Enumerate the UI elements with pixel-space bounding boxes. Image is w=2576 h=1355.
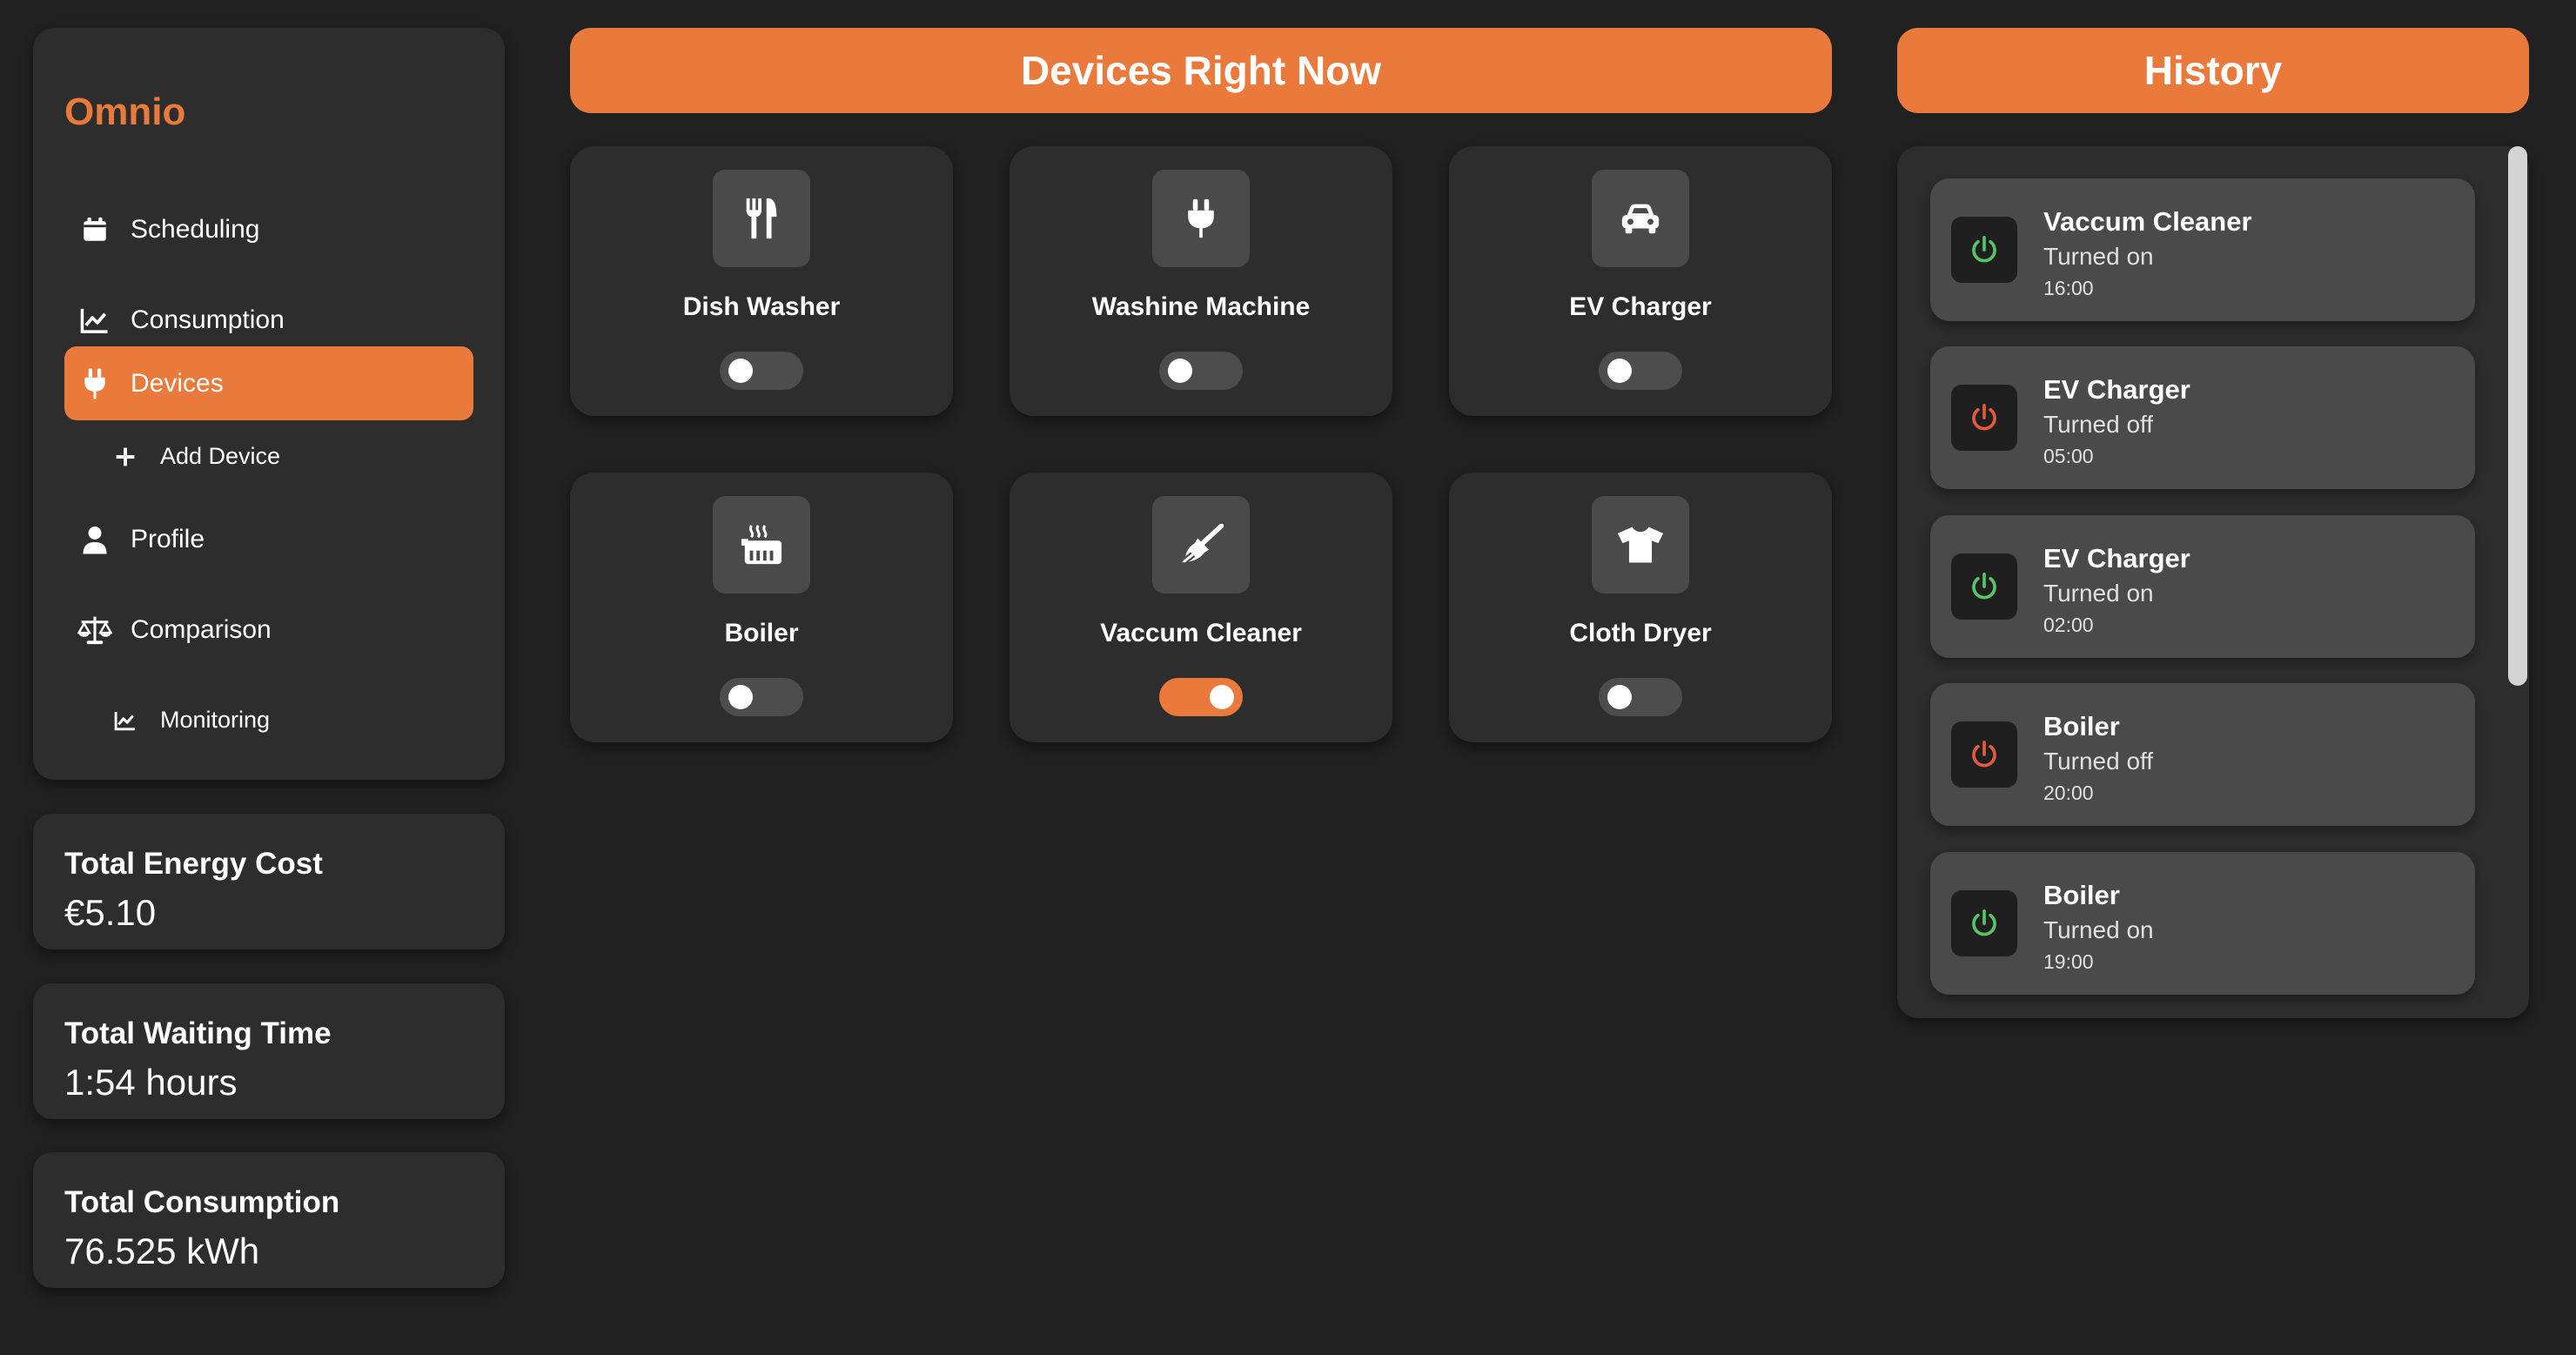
device-name: Washine Machine [1091, 292, 1311, 321]
stat-title: Total Consumption [64, 1185, 340, 1219]
history-scrollbar[interactable] [2508, 146, 2527, 686]
device-toggle[interactable] [720, 678, 803, 716]
car-icon [1592, 170, 1689, 267]
broom-icon [1152, 496, 1250, 594]
power-icon [1951, 553, 2017, 620]
history-item: Boiler Turned on 19:00 [1930, 852, 2475, 995]
stat-title: Total Waiting Time [64, 1016, 332, 1050]
device-card-cloth-dryer: Cloth Dryer [1449, 473, 1832, 742]
history-time: 20:00 [2043, 781, 2094, 804]
sidebar-item-scheduling[interactable]: Scheduling [64, 192, 473, 266]
app-logo: Omnio [64, 91, 186, 133]
history-item: EV Charger Turned on 02:00 [1930, 515, 2475, 658]
history-device-name: Boiler [2043, 711, 2120, 741]
device-card-vacuum-cleaner: Vaccum Cleaner [1010, 473, 1392, 742]
history-time: 16:00 [2043, 277, 2094, 299]
sidebar-item-devices[interactable]: Devices [64, 346, 473, 420]
device-toggle[interactable] [720, 352, 803, 390]
history-status: Turned off [2043, 748, 2154, 775]
toggle-knob [1607, 359, 1632, 383]
sidebar: Omnio Scheduling Consumption Devices Add… [33, 28, 505, 780]
stat-card-consumption: Total Consumption 76.525 kWh [33, 1152, 505, 1288]
scale-balanced-icon [77, 612, 113, 648]
history-status: Turned on [2043, 580, 2154, 607]
plug-icon [1152, 170, 1250, 267]
history-status: Turned on [2043, 916, 2154, 943]
device-toggle[interactable] [1599, 678, 1682, 716]
sidebar-item-add-device[interactable]: Add Device [64, 419, 473, 493]
sidebar-item-profile[interactable]: Profile [64, 502, 473, 576]
app-root: Omnio Scheduling Consumption Devices Add… [0, 0, 2576, 1355]
toggle-knob [728, 359, 753, 383]
chart-line-icon [77, 302, 113, 339]
power-icon [1951, 217, 2017, 283]
toggle-knob [1607, 685, 1632, 709]
sidebar-item-label: Consumption [131, 305, 285, 334]
device-name: Boiler [724, 619, 799, 647]
history-device-name: EV Charger [2043, 543, 2190, 574]
sidebar-item-monitoring[interactable]: Monitoring [64, 683, 473, 757]
history-item: EV Charger Turned off 05:00 [1930, 346, 2475, 489]
calendar-icon [77, 211, 113, 248]
history-header: History [1897, 28, 2529, 113]
device-toggle[interactable] [1159, 678, 1243, 716]
history-time: 19:00 [2043, 950, 2094, 973]
stat-title: Total Energy Cost [64, 847, 323, 881]
sidebar-item-label: Scheduling [131, 214, 260, 244]
boiler-icon [713, 496, 810, 594]
device-toggle[interactable] [1599, 352, 1682, 390]
history-device-name: EV Charger [2043, 374, 2190, 405]
history-status: Turned off [2043, 411, 2154, 438]
stat-value: 1:54 hours [64, 1062, 238, 1103]
sidebar-item-label: Add Device [160, 443, 281, 469]
plug-icon [77, 366, 113, 402]
sidebar-item-label: Comparison [131, 614, 272, 644]
power-icon [1951, 385, 2017, 451]
shirt-icon [1592, 496, 1689, 594]
device-name: Cloth Dryer [1569, 619, 1712, 647]
device-card-ev-charger: EV Charger [1449, 146, 1832, 416]
history-time: 02:00 [2043, 614, 2094, 636]
plus-icon [110, 441, 141, 473]
sidebar-item-label: Profile [131, 524, 205, 553]
device-card-washing-machine: Washine Machine [1010, 146, 1392, 416]
history-status: Turned on [2043, 243, 2154, 270]
sidebar-item-label: Monitoring [160, 707, 271, 733]
devices-header: Devices Right Now [570, 28, 1832, 113]
history-time: 05:00 [2043, 445, 2094, 467]
device-name: EV Charger [1569, 292, 1712, 321]
device-card-dish-washer: Dish Washer [570, 146, 953, 416]
history-item: Vaccum Cleaner Turned on 16:00 [1930, 178, 2475, 321]
stat-value: €5.10 [64, 892, 157, 933]
user-icon [77, 521, 113, 558]
toggle-knob [1168, 359, 1192, 383]
history-device-name: Vaccum Cleaner [2043, 206, 2252, 237]
history-device-name: Boiler [2043, 880, 2120, 910]
sidebar-item-label: Devices [131, 368, 224, 398]
power-icon [1951, 721, 2017, 788]
stat-card-energy-cost: Total Energy Cost €5.10 [33, 814, 505, 949]
device-name: Vaccum Cleaner [1100, 619, 1302, 647]
sidebar-item-comparison[interactable]: Comparison [64, 593, 473, 667]
toggle-knob [728, 685, 753, 709]
stat-value: 76.525 kWh [64, 1231, 260, 1271]
stat-card-waiting-time: Total Waiting Time 1:54 hours [33, 983, 505, 1119]
device-name: Dish Washer [682, 292, 841, 321]
power-icon [1951, 890, 2017, 956]
toggle-knob [1210, 685, 1234, 709]
device-card-boiler: Boiler [570, 473, 953, 742]
chart-line-icon [110, 705, 141, 736]
history-item: Boiler Turned off 20:00 [1930, 683, 2475, 826]
device-toggle[interactable] [1159, 352, 1243, 390]
history-panel: Vaccum Cleaner Turned on 16:00 EV Charge… [1897, 146, 2529, 1018]
utensils-icon [713, 170, 810, 267]
